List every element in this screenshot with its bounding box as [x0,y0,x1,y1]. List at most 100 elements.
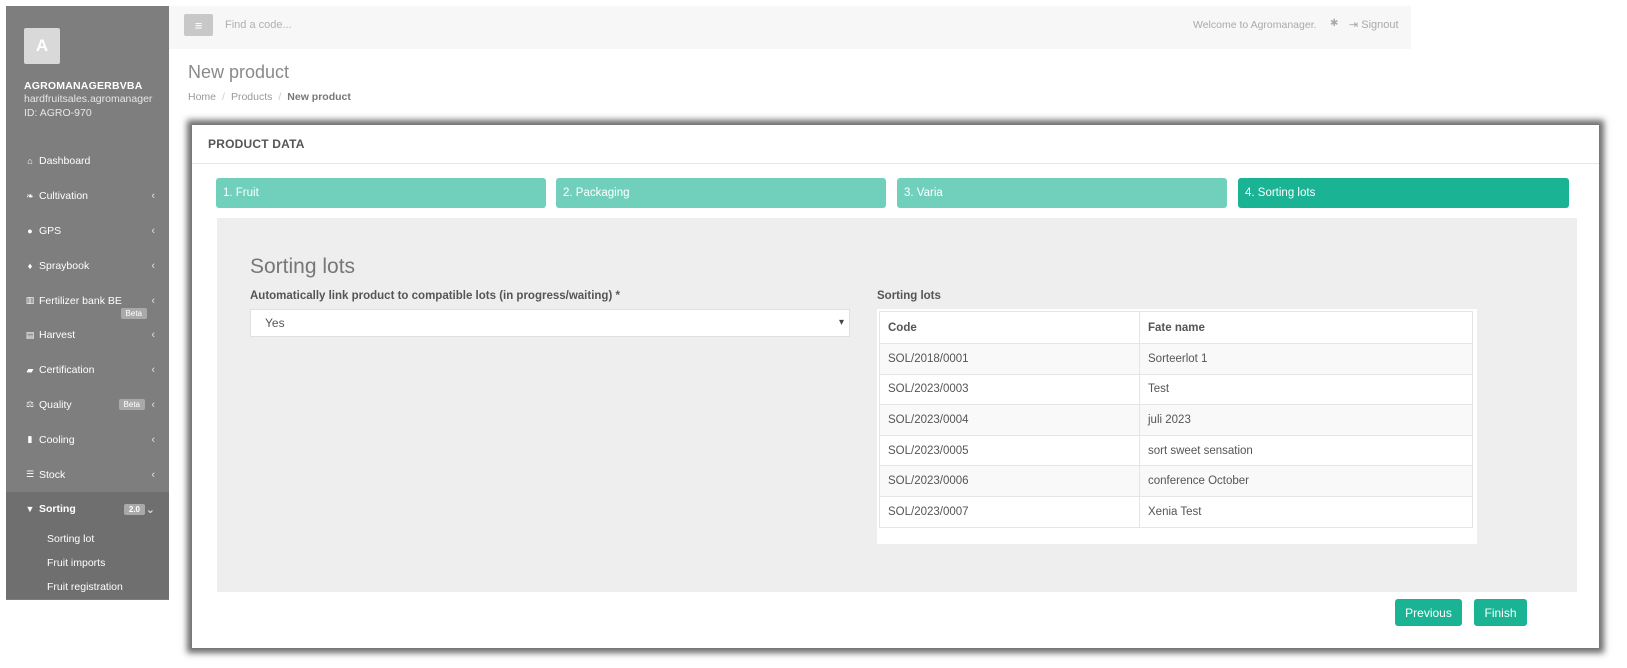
sidebar-item-cultivation[interactable]: ❧ Cultivation ‹ [6,179,169,214]
auto-link-label: Automatically link product to compatible… [250,290,620,302]
sidebar-item-label: Dashboard [39,155,91,168]
sidebar-item-harvest[interactable]: ▤ Harvest ‹ [6,318,169,353]
sidebar: A AGROMANAGERBVBA hardfruitsales.agroman… [6,6,169,600]
panel-divider [192,163,1599,164]
sorting-lots-label: Sorting lots [877,290,941,302]
map-marker-icon: ● [27,225,33,236]
leaf-icon: ❧ [26,190,34,201]
sidebar-item-label: Fertilizer bank BE [39,294,122,307]
submenu-item-fruit-registration[interactable]: Fruit registration [6,575,169,599]
cell-fate-name: Test [1139,373,1473,406]
avatar-letter: A [35,36,49,55]
cell-code: SOL/2018/0001 [879,343,1140,375]
chevron-left-icon: ‹ [151,190,155,203]
sidebar-item-label: Cultivation [39,190,89,203]
signout-link[interactable]: ⇥ Signout [1349,18,1399,31]
chevron-left-icon: ‹ [151,259,155,272]
cell-fate-name: conference October [1139,465,1473,497]
account-name: AGROMANAGERBVBA [24,80,143,92]
submenu-item-fruit-imports[interactable]: Fruit imports [6,551,169,575]
auto-link-select[interactable]: Yes ▾ [250,309,850,337]
chevron-left-icon: ‹ [151,224,155,237]
hamburger-icon: ≡ [194,17,203,33]
sidebar-item-cooling[interactable]: ▮ Cooling ‹ [6,422,169,457]
sorting-lots-table-container: Code Fate name SOL/2018/0001 Sorteerlot … [877,309,1477,544]
step-sorting-lots[interactable]: 4. Sorting lots [1238,178,1569,208]
auto-link-value: Yes [265,316,285,330]
cell-code: SOL/2023/0003 [879,373,1140,406]
chevron-left-icon: ‹ [151,468,155,481]
home-icon: ⌂ [27,156,33,167]
menu-toggle-button[interactable]: ≡ [184,14,213,36]
welcome-text: Welcome to Agromanager. [1193,19,1317,31]
submenu-item-sorting-lot[interactable]: Sorting lot [6,527,169,551]
table-row[interactable]: SOL/2018/0001 Sorteerlot 1 [879,343,1473,375]
table-row[interactable]: SOL/2023/0003 Test [879,373,1473,406]
cell-fate-name: Sorteerlot 1 [1139,343,1473,375]
cell-fate-name: Xenia Test [1139,495,1473,528]
droplet-icon: ♦ [27,260,33,271]
table-row[interactable]: SOL/2023/0007 Xenia Test [879,495,1473,528]
account-avatar[interactable]: A [24,28,60,64]
sidebar-item-dashboard[interactable]: ⌂ Dashboard [6,144,169,179]
breadcrumb-home[interactable]: Home [188,91,216,103]
sidebar-item-label: Stock [39,468,66,481]
basket-icon: ▤ [25,329,35,340]
table-row[interactable]: SOL/2023/0005 sort sweet sensation [879,434,1473,467]
cell-code: SOL/2023/0006 [879,465,1140,497]
sidebar-item-gps[interactable]: ● GPS ‹ [6,214,169,249]
bug-icon[interactable]: ✱ [1330,18,1338,29]
sidebar-item-stock[interactable]: ☰ Stock ‹ [6,457,169,492]
sidebar-item-label: Certification [39,364,95,377]
balance-scale-icon: ⚖ [25,399,35,410]
search-input[interactable] [225,19,525,31]
chevron-left-icon: ‹ [151,364,155,377]
column-header-code: Code [879,311,1140,344]
step-content: Sorting lots Automatically link product … [217,218,1577,592]
finish-button[interactable]: Finish [1474,599,1527,626]
table-row[interactable]: SOL/2023/0006 conference October [879,465,1473,497]
sidebar-item-fertilizer-bank[interactable]: ▥ Fertilizer bank BE ‹ Beta [6,283,169,320]
sidebar-item-label: Quality [39,398,72,411]
sidebar-item-quality[interactable]: ⚖ Quality Beta ‹ [6,388,169,423]
sidebar-item-sorting[interactable]: ▼ Sorting 2.0 ⌄ [6,491,169,527]
section-title: Sorting lots [250,255,356,278]
page-title: New product [188,62,290,82]
breadcrumb: Home / Products / New product [188,91,351,103]
list-icon: ☰ [25,469,35,480]
filter-icon: ▼ [25,504,35,515]
chevron-left-icon: ‹ [151,398,155,411]
column-header-fate-name: Fate name [1139,311,1473,344]
sidebar-item-label: Sorting [39,503,76,516]
cell-code: SOL/2023/0007 [879,495,1140,528]
table-header-row: Code Fate name [879,311,1473,344]
sorting-lots-table: Code Fate name SOL/2018/0001 Sorteerlot … [879,311,1473,528]
signout-icon: ⇥ [1349,19,1362,31]
top-bar: ≡ Welcome to Agromanager. ✱ ⇥ Signout [169,6,1411,49]
chevron-down-icon: ▾ [838,317,844,328]
step-packaging[interactable]: 2. Packaging [556,178,886,208]
breadcrumb-current: New product [287,91,351,103]
panel-title: PRODUCT DATA [208,137,305,151]
sidebar-nav: ⌂ Dashboard ❧ Cultivation ‹ ● GPS ‹ ♦ Sp… [6,144,169,599]
beta-badge: Beta [118,399,145,411]
chevron-left-icon: ‹ [151,329,155,342]
sidebar-item-label: Cooling [39,433,75,446]
breadcrumb-products[interactable]: Products [231,91,272,103]
table-row[interactable]: SOL/2023/0004 juli 2023 [879,404,1473,436]
cell-code: SOL/2023/0005 [879,434,1140,467]
book-icon: ▰ [26,364,34,375]
step-fruit[interactable]: 1. Fruit [216,178,546,208]
sidebar-item-label: GPS [39,224,62,237]
cell-fate-name: juli 2023 [1139,404,1473,436]
previous-button[interactable]: Previous [1395,599,1462,626]
chevron-down-icon: ⌄ [145,503,155,516]
product-data-panel: PRODUCT DATA 1. Fruit 2. Packaging 3. Va… [192,125,1599,648]
account-domain: hardfruitsales.agromanager [24,93,153,105]
version-badge: 2.0 [123,503,145,515]
cell-code: SOL/2023/0004 [879,404,1140,436]
cell-fate-name: sort sweet sensation [1139,434,1473,467]
sidebar-item-certification[interactable]: ▰ Certification ‹ [6,353,169,388]
step-varia[interactable]: 3. Varia [897,178,1227,208]
sidebar-item-spraybook[interactable]: ♦ Spraybook ‹ [6,248,169,283]
